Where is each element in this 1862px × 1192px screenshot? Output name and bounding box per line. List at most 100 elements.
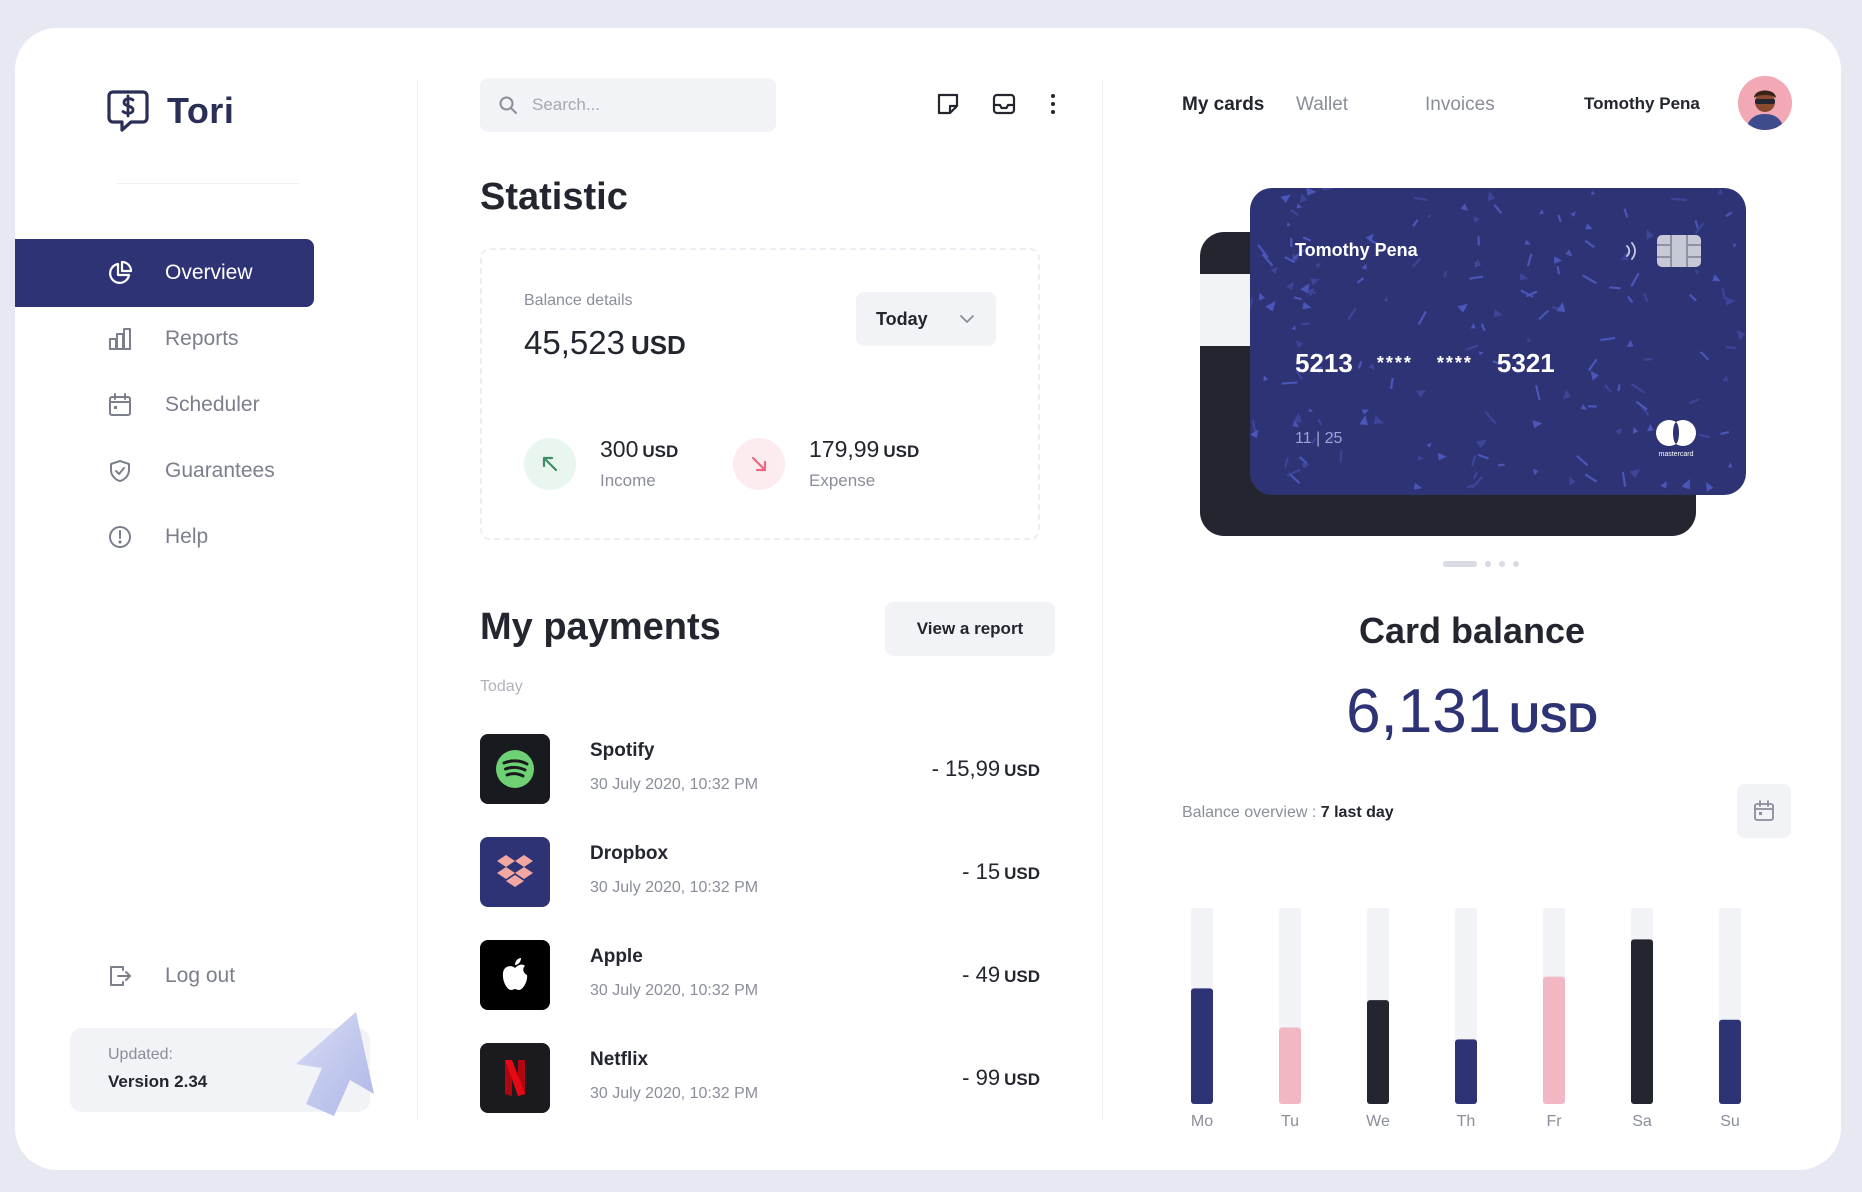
inbox-icon[interactable]: [991, 91, 1017, 117]
pager-dot[interactable]: [1485, 561, 1491, 567]
currency-unit: USD: [1004, 761, 1040, 780]
dollar-chat-icon: [107, 90, 149, 132]
sidebar-item-guarantees[interactable]: Guarantees: [15, 437, 314, 505]
spotify-logo: [480, 734, 550, 804]
chart-bar-th[interactable]: [1455, 1039, 1477, 1104]
currency-unit: USD: [1509, 694, 1598, 741]
tab-my-cards[interactable]: My cards: [1182, 94, 1264, 116]
dropbox-icon: [497, 855, 533, 887]
card-pattern-shape: [1493, 309, 1503, 318]
payment-item-spotify[interactable]: Spotify 30 July 2020, 10:32 PM - 15,99 US…: [480, 734, 1040, 804]
more-vertical-icon[interactable]: [1040, 91, 1066, 117]
payment-name: Dropbox: [590, 843, 669, 864]
card-pattern-shape: [1493, 203, 1503, 214]
sidebar-item-overview[interactable]: Overview: [15, 239, 314, 307]
sidebar-item-scheduler[interactable]: Scheduler: [15, 371, 314, 439]
card-pattern-shape: [1293, 296, 1302, 301]
card-pattern-shape: [1587, 405, 1597, 408]
payment-amount: - 15 USD: [962, 859, 1040, 885]
logo[interactable]: Tori: [107, 88, 234, 134]
card-pattern-shape: [1487, 190, 1496, 202]
note-icon[interactable]: [935, 91, 961, 117]
netflix-logo: [480, 1043, 550, 1113]
arrow-up-icon: [296, 1012, 374, 1116]
spotify-icon: [496, 750, 534, 788]
calendar-button[interactable]: [1737, 784, 1791, 838]
card-pattern-shape: [1250, 487, 1252, 495]
card-pattern-shape: [1480, 323, 1486, 332]
card-pattern-shape: [1484, 410, 1497, 425]
chart-bar-su[interactable]: [1719, 1019, 1741, 1104]
currency-unit: USD: [642, 442, 679, 461]
search-input[interactable]: [532, 95, 752, 115]
divider: [117, 183, 299, 184]
tab-wallet[interactable]: Wallet: [1296, 94, 1348, 116]
pager-dot[interactable]: [1443, 561, 1477, 567]
card-pattern-shape: [1626, 295, 1634, 304]
card-pattern-shape: [1585, 223, 1593, 230]
card-pattern-shape: [1265, 301, 1276, 312]
card-holder-name: Tomothy Pena: [1295, 240, 1418, 260]
card-pattern-shape: [1694, 220, 1700, 230]
bank-card[interactable]: Tomothy Pena 5213 **** **** 5321 11 | 25…: [1250, 188, 1746, 495]
card-pattern-shape: [1302, 301, 1312, 310]
card-pattern-shape: [1717, 188, 1723, 195]
period-dropdown[interactable]: Today: [856, 292, 996, 346]
card-pattern-shape: [1570, 211, 1577, 217]
chart-bar-mo[interactable]: [1191, 988, 1213, 1104]
card-pattern-shape: [1736, 329, 1746, 341]
chart-bar-sa[interactable]: [1631, 939, 1653, 1104]
card-pattern-shape: [1426, 442, 1432, 448]
card-pattern-shape: [1699, 351, 1710, 361]
chart-bar-we[interactable]: [1367, 1000, 1389, 1104]
payment-amount-value: - 15: [962, 859, 1001, 884]
card-pattern-shape: [1526, 337, 1531, 343]
card-pattern-shape: [1688, 398, 1700, 405]
sidebar-item-reports[interactable]: Reports: [15, 305, 314, 373]
balance-value: 45,523: [524, 324, 625, 361]
payment-item-apple[interactable]: Apple 30 July 2020, 10:32 PM - 49 USD: [480, 940, 1040, 1010]
payment-item-netflix[interactable]: Netflix 30 July 2020, 10:32 PM - 99 USD: [480, 1043, 1040, 1113]
tab-invoices[interactable]: Invoices: [1425, 94, 1495, 116]
avatar[interactable]: [1738, 76, 1792, 130]
card-pattern-shape: [1623, 208, 1629, 218]
card-pattern-shape: [1526, 253, 1533, 267]
card-pattern-shape: [1477, 236, 1481, 246]
card-pattern-shape: [1314, 262, 1322, 269]
chart-tick-label: We: [1366, 1113, 1390, 1128]
card-pattern-shape: [1565, 249, 1573, 257]
expense-label: Expense: [809, 471, 876, 490]
card-pattern-shape: [1457, 303, 1469, 313]
sidebar-item-label: Guarantees: [165, 459, 275, 482]
pager-dot[interactable]: [1499, 561, 1505, 567]
card-pattern-shape: [1632, 426, 1639, 434]
card-pattern-shape: [1603, 384, 1613, 394]
pager-dot[interactable]: [1513, 561, 1519, 567]
chart-bar-tu[interactable]: [1279, 1027, 1301, 1104]
card-pattern-shape: [1469, 275, 1484, 280]
card-pattern-shape: [1477, 453, 1489, 460]
card-number-group: ****: [1436, 353, 1473, 373]
view-report-button[interactable]: View a report: [885, 602, 1055, 656]
payment-item-dropbox[interactable]: Dropbox 30 July 2020, 10:32 PM - 15 USD: [480, 837, 1040, 907]
bar-chart-icon: [109, 328, 131, 350]
card-pattern-shape: [1470, 322, 1476, 329]
card-pattern-shape: [1582, 274, 1597, 285]
balance-overview-chart: Mo Tu We Th Fr Sa Su: [1191, 908, 1741, 1128]
chart-bar-fr[interactable]: [1543, 976, 1565, 1104]
search-box[interactable]: [480, 78, 776, 132]
sidebar-item-help[interactable]: Help: [15, 503, 314, 571]
update-card: Updated: Version 2.34: [70, 1012, 374, 1116]
card-pattern-shape: [1293, 412, 1302, 423]
card-number-group: 5213: [1295, 348, 1353, 378]
chart-tick-label: Su: [1720, 1113, 1740, 1128]
card-pattern-shape: [1614, 428, 1623, 435]
card-pattern-shape: [1584, 473, 1598, 483]
card-expiry: 11 | 25: [1295, 430, 1343, 447]
payment-amount: - 49 USD: [962, 962, 1040, 988]
app-window: Tori Overview Reports Scheduler Guarante…: [15, 28, 1841, 1170]
logout-button[interactable]: Log out: [15, 946, 314, 1006]
chevron-down-icon: [960, 315, 974, 323]
user-name[interactable]: Tomothy Pena: [1584, 94, 1700, 114]
card-pattern-shape: [1339, 450, 1343, 463]
